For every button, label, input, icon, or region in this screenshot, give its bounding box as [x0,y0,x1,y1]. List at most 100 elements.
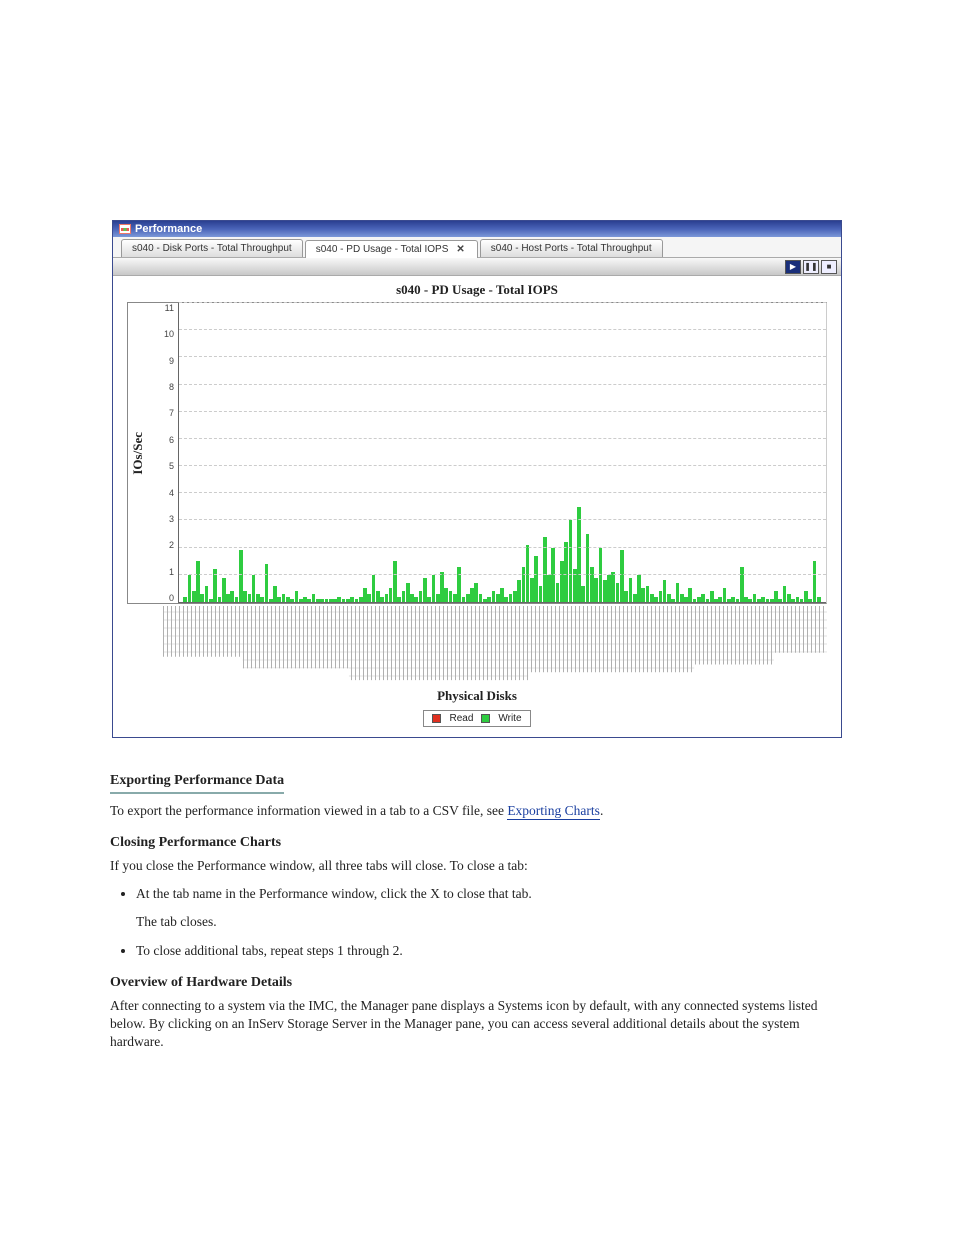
bar [333,599,337,602]
heading-hw: Overview of Hardware Details [110,974,844,993]
y-tick: 11 [165,303,174,313]
x-axis-ticks-dense [163,606,827,684]
heading-close: Closing Performance Charts [110,834,844,853]
bar [265,564,269,602]
y-tick: 1 [169,567,174,577]
stop-button[interactable]: ■ [821,260,837,274]
bar [367,594,371,602]
gridline [179,547,826,548]
chart-title: s040 - PD Usage - Total IOPS [117,282,837,298]
bar [183,597,187,602]
bar [397,597,401,602]
gridline [179,329,826,330]
bar [744,597,748,602]
bar [659,591,663,602]
bar [307,599,311,602]
bar [774,591,778,602]
bar [586,534,590,602]
chart-area: s040 - PD Usage - Total IOPS IOs/Sec 111… [113,276,841,737]
bar [736,599,740,602]
tab-disk-ports[interactable]: s040 - Disk Ports - Total Throughput [121,239,303,257]
window-titlebar[interactable]: Performance [113,221,841,237]
bar [444,588,448,602]
list-item: At the tab name in the Performance windo… [136,885,844,903]
bar [641,588,645,602]
bar [534,556,538,602]
bar [547,575,551,602]
bar [594,578,598,602]
bar [796,597,800,602]
document-body: Exporting Performance Data To export the… [60,748,894,1051]
y-tick: 6 [169,435,174,445]
legend-label-read: Read [449,713,473,724]
bar [727,599,731,602]
bar [676,583,680,602]
bar [256,594,260,602]
bar [723,588,727,602]
ordered-steps: At the tab name in the Performance windo… [136,885,844,903]
gridline [179,465,826,466]
bar [209,599,213,602]
y-axis-label: IOs/Sec [128,432,148,475]
bar [226,594,230,602]
y-tick: 4 [169,488,174,498]
chart-box: IOs/Sec 11109876543210 [127,302,827,604]
y-tick: 5 [169,461,174,471]
gridline [179,492,826,493]
bar [479,594,483,602]
bar [813,561,817,602]
legend: Read Write [423,710,530,727]
bar [290,599,294,602]
bar [393,561,397,602]
bar [504,597,508,602]
play-button[interactable]: ▶ [785,260,801,274]
bar [731,597,735,602]
bar [372,575,376,602]
bar [671,599,675,602]
y-tick: 7 [169,408,174,418]
bar [650,594,654,602]
bar [487,597,491,602]
bar [492,591,496,602]
para-hw: After connecting to a system via the IMC… [110,997,844,1052]
bar [423,578,427,602]
gridline [179,574,826,575]
bar [791,599,795,602]
tab-pd-usage[interactable]: s040 - PD Usage - Total IOPS ✕ [305,240,478,258]
bar [646,586,650,602]
close-icon[interactable]: ✕ [454,244,466,255]
heading-export: Exporting Performance Data [110,772,284,794]
bar [714,599,718,602]
ordered-steps-cont: To close additional tabs, repeat steps 1… [136,942,844,960]
bar [590,567,594,602]
pause-button[interactable]: ❚❚ [803,260,819,274]
bar [414,597,418,602]
text-run: To export the performance information vi… [110,803,507,818]
bar [680,594,684,602]
bar [500,588,504,602]
bar [462,597,466,602]
bar [325,599,329,602]
tab-host-ports[interactable]: s040 - Host Ports - Total Throughput [480,239,663,257]
bar [243,591,247,602]
gridline [179,519,826,520]
bar [513,591,517,602]
bar [787,594,791,602]
bar [277,597,281,602]
bar [539,586,543,602]
bar [629,578,633,602]
y-tick: 3 [169,514,174,524]
bar [286,597,290,602]
bar [453,594,457,602]
bar [248,594,252,602]
bar [800,599,804,602]
bar [766,599,770,602]
bar-series [179,303,826,602]
bar [693,599,697,602]
link-exporting-charts[interactable]: Exporting Charts [507,803,600,820]
bar [740,567,744,602]
list-item: To close additional tabs, repeat steps 1… [136,942,844,960]
stop-icon: ■ [827,262,832,271]
bar [654,597,658,602]
bar [329,599,333,602]
